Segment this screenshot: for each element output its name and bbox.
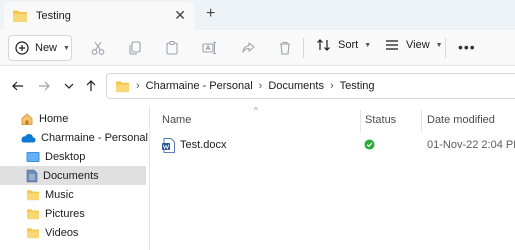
new-button[interactable]: New ▼	[8, 35, 72, 61]
chevron-down-icon: ▼	[435, 41, 443, 49]
synced-status-icon	[364, 139, 375, 150]
breadcrumb-item[interactable]: Testing	[340, 80, 375, 92]
sidebar-item-onedrive[interactable]: Charmaine - Personal	[0, 128, 150, 147]
close-tab-icon[interactable]: ✕	[174, 7, 186, 23]
music-folder-icon	[27, 189, 39, 200]
sidebar-item-label: Documents	[43, 169, 99, 182]
new-button-label: New	[35, 42, 58, 54]
file-name: Test.docx	[180, 139, 227, 151]
recent-locations-chevron-icon[interactable]	[61, 78, 77, 94]
file-date-modified: 01-Nov-22 2:04 PM	[427, 139, 515, 151]
tab-strip: Testing ✕ +	[0, 0, 515, 30]
cut-icon[interactable]	[90, 40, 106, 56]
chevron-down-icon: ▼	[364, 41, 372, 49]
view-button[interactable]: View ▼	[384, 38, 443, 52]
sort-icon	[317, 39, 330, 51]
tab-title: Testing	[36, 10, 71, 22]
sort-button[interactable]: Sort ▼	[316, 38, 371, 52]
onedrive-cloud-icon	[21, 133, 36, 142]
view-button-label: View	[406, 39, 430, 51]
sidebar-item-label: Desktop	[45, 150, 86, 163]
chevron-right-icon: ›	[136, 80, 140, 92]
table-row[interactable]: Test.docx 01-Nov-22 2:04 PM	[154, 136, 515, 156]
chevron-right-icon: ›	[329, 80, 334, 92]
documents-icon	[26, 169, 38, 182]
breadcrumb-item[interactable]: Charmaine - Personal	[146, 80, 253, 92]
forward-arrow-icon[interactable]	[36, 78, 52, 94]
sidebar-item-documents[interactable]: Documents	[0, 166, 146, 185]
view-icon	[386, 40, 398, 50]
sidebar-item-videos[interactable]: Videos	[0, 223, 150, 242]
address-row: › Charmaine - Personal › Documents › Tes…	[0, 66, 515, 106]
breadcrumb-item[interactable]: Documents	[268, 80, 324, 92]
more-options-icon[interactable]: •••	[458, 40, 476, 54]
sort-button-label: Sort	[338, 39, 359, 51]
sidebar-item-label: Charmaine - Personal	[41, 131, 148, 144]
videos-folder-icon	[27, 227, 39, 238]
back-arrow-icon[interactable]	[10, 78, 26, 94]
sidebar-item-label: Videos	[45, 226, 79, 239]
address-bar[interactable]: › Charmaine - Personal › Documents › Tes…	[106, 73, 515, 99]
sidebar-item-desktop[interactable]: Desktop	[0, 147, 150, 166]
column-divider[interactable]	[360, 110, 361, 132]
delete-icon[interactable]	[277, 40, 293, 56]
command-separator	[445, 38, 446, 58]
sidebar-item-pictures[interactable]: Pictures	[0, 204, 150, 223]
command-bar: New ▼ Sort ▼ View ▼ •••	[0, 30, 515, 66]
rename-icon[interactable]	[201, 40, 217, 56]
chevron-down-icon: ▼	[63, 44, 70, 52]
chevron-right-icon: ›	[258, 80, 263, 92]
share-icon[interactable]	[240, 40, 256, 56]
tab-testing[interactable]: Testing ✕	[4, 2, 194, 30]
sort-indicator-icon: ^	[254, 106, 258, 115]
home-icon	[21, 112, 33, 125]
file-list: ^ Name Status Date modified Test.docx 01…	[150, 106, 515, 250]
sidebar-item-music[interactable]: Music	[0, 185, 150, 204]
sidebar-item-label: Pictures	[45, 207, 85, 220]
word-document-icon	[162, 138, 175, 153]
sidebar-item-label: Music	[45, 188, 74, 201]
column-header-name[interactable]: Name	[162, 114, 191, 126]
pictures-folder-icon	[27, 208, 39, 219]
folder-icon	[116, 80, 129, 92]
new-tab-icon[interactable]: +	[206, 5, 215, 23]
sidebar-item-label: Home	[39, 112, 69, 125]
folder-icon	[13, 10, 27, 22]
column-header-date-modified[interactable]: Date modified	[427, 114, 495, 126]
column-divider[interactable]	[421, 110, 422, 132]
copy-icon[interactable]	[127, 40, 143, 56]
up-arrow-icon[interactable]	[83, 78, 99, 94]
paste-icon[interactable]	[164, 40, 180, 56]
desktop-icon	[26, 151, 40, 162]
navigation-pane: Home Charmaine - Personal Desktop Docume…	[0, 106, 150, 250]
plus-circle-icon	[15, 41, 29, 55]
command-separator	[303, 38, 304, 58]
column-header-status[interactable]: Status	[365, 114, 396, 126]
sidebar-item-home[interactable]: Home	[0, 109, 150, 128]
